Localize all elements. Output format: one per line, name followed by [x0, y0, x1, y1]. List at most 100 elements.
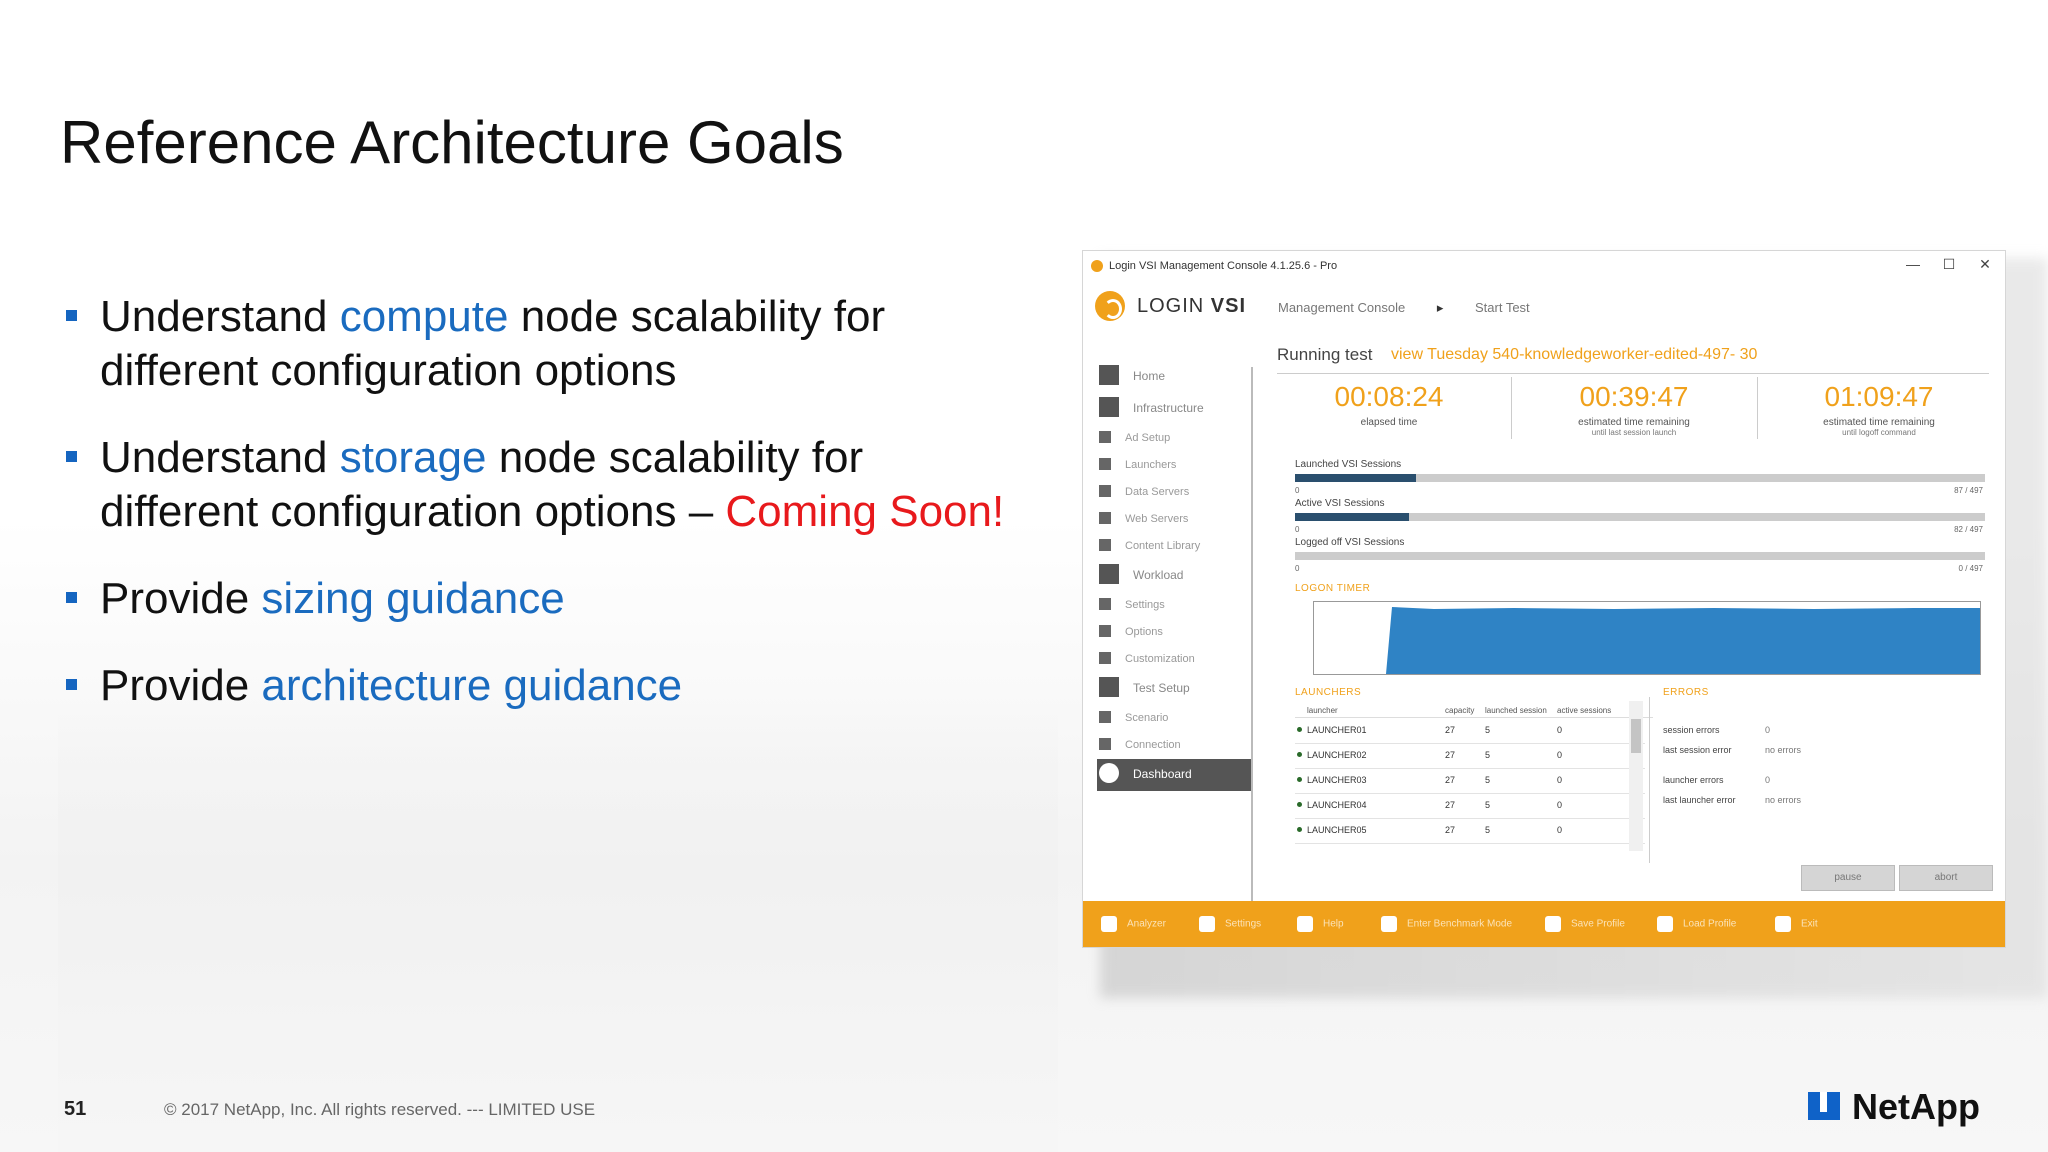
divider	[1757, 377, 1758, 439]
footer-label: Enter Benchmark Mode	[1407, 918, 1513, 930]
sidebar-item-infrastructure[interactable]: Infrastructure	[1097, 393, 1252, 425]
sidebar-item-customization[interactable]: Customization	[1097, 646, 1252, 673]
breadcrumb-item[interactable]: Start Test	[1475, 300, 1530, 315]
table-row[interactable]: LAUNCHER04 27 5 0	[1295, 794, 1645, 819]
sidebar-item-label: Test Setup	[1133, 681, 1190, 695]
sidebar-item-content-library[interactable]: Content Library	[1097, 533, 1252, 560]
sidebar-item-web-servers[interactable]: Web Servers	[1097, 506, 1252, 533]
column-header[interactable]: launched session	[1485, 706, 1547, 715]
maximize-icon[interactable]: ☐	[1939, 256, 1959, 273]
window-titlebar: Login VSI Management Console 4.1.25.6 - …	[1083, 251, 2005, 281]
bullet-text: node scalability for	[486, 433, 864, 482]
progress-count: 0 / 497	[1958, 564, 1983, 573]
login-vsi-console-window: Login VSI Management Console 4.1.25.6 - …	[1082, 250, 2006, 948]
status-dot-icon	[1297, 827, 1302, 832]
sidebar-item-home[interactable]: Home	[1097, 361, 1252, 393]
launched-cell: 5	[1485, 800, 1491, 810]
launched-cell: 5	[1485, 725, 1491, 735]
bullet-highlight: sizing guidance	[261, 574, 565, 623]
error-row: last session error no errors	[1663, 745, 1801, 755]
bullet-text: Provide	[100, 661, 262, 710]
coming-soon-text: Coming Soon!	[725, 487, 1005, 536]
sidebar-item-ad-setup[interactable]: Ad Setup	[1097, 425, 1252, 452]
launcher-name: LAUNCHER04	[1307, 800, 1367, 810]
minimize-icon[interactable]: —	[1903, 256, 1923, 272]
logon-timer-graph	[1313, 601, 1981, 675]
pause-button[interactable]: pause	[1801, 865, 1895, 891]
table-row[interactable]: LAUNCHER02 27 5 0	[1295, 744, 1645, 769]
sidebar-item-test-setup[interactable]: Test Setup	[1097, 673, 1252, 705]
sidebar-item-data-servers[interactable]: Data Servers	[1097, 479, 1252, 506]
brand-part1: LOGIN	[1137, 295, 1211, 317]
launcher-scrollbar[interactable]	[1629, 701, 1643, 851]
footer-label: Analyzer	[1127, 918, 1166, 930]
scrollbar-thumb[interactable]	[1631, 719, 1641, 753]
app-icon	[1091, 260, 1103, 272]
launched-cell: 5	[1485, 750, 1491, 760]
sidebar-item-connection[interactable]: Connection	[1097, 732, 1252, 759]
window-title: Login VSI Management Console 4.1.25.6 - …	[1109, 260, 1338, 272]
bullet-highlight: architecture guidance	[261, 661, 683, 710]
footer-save-profile[interactable]: Save Profile	[1545, 916, 1625, 932]
column-header[interactable]: launcher	[1307, 706, 1338, 715]
footer-benchmark[interactable]: Enter Benchmark Mode	[1381, 916, 1512, 932]
progress-count: 82 / 497	[1954, 525, 1983, 534]
sidebar-item-label: Infrastructure	[1133, 401, 1204, 415]
table-row[interactable]: LAUNCHER05 27 5 0	[1295, 819, 1645, 844]
server-icon	[1099, 485, 1111, 497]
sidebar-item-scenario[interactable]: Scenario	[1097, 705, 1252, 732]
remaining-launch-timer: 00:39:47 estimated time remaining until …	[1514, 381, 1754, 437]
sidebar-item-options[interactable]: Options	[1097, 619, 1252, 646]
table-row[interactable]: LAUNCHER03 27 5 0	[1295, 769, 1645, 794]
launcher-name: LAUNCHER02	[1307, 750, 1367, 760]
sidebar-item-workload[interactable]: Workload	[1097, 560, 1252, 592]
sidebar-item-settings[interactable]: Settings	[1097, 592, 1252, 619]
capacity-cell: 27	[1445, 775, 1456, 785]
footer-label: Load Profile	[1683, 918, 1737, 930]
progress-fill	[1295, 474, 1416, 482]
sidebar-item-launchers[interactable]: Launchers	[1097, 452, 1252, 479]
table-row[interactable]: LAUNCHER01 27 5 0	[1295, 719, 1645, 744]
error-value: no errors	[1765, 795, 1802, 805]
progress-bar: 0 82 / 497	[1295, 513, 1985, 534]
sidebar-item-label: Workload	[1133, 568, 1184, 582]
progress-min: 0	[1295, 525, 1300, 534]
sidebar-item-label: Customization	[1125, 653, 1195, 665]
error-label: launcher errors	[1663, 775, 1724, 785]
logon-area	[1314, 607, 1980, 674]
sidebar-item-dashboard[interactable]: Dashboard	[1097, 759, 1252, 791]
sidebar-item-label: Settings	[1125, 599, 1165, 611]
chart-icon	[1101, 916, 1117, 932]
status-dot-icon	[1297, 727, 1302, 732]
error-label: last session error	[1663, 745, 1732, 755]
status-dot-icon	[1297, 777, 1302, 782]
abort-button[interactable]: abort	[1899, 865, 1993, 891]
running-test-name[interactable]: view Tuesday 540-knowledgeworker-edited-…	[1391, 346, 1757, 364]
footer-label: Exit	[1801, 918, 1818, 930]
timer-sublabel: until last session launch	[1591, 428, 1677, 437]
footer-settings[interactable]: Settings	[1199, 916, 1261, 932]
close-icon[interactable]: ✕	[1975, 256, 1995, 273]
bullet-highlight: compute	[339, 292, 509, 341]
settings-icon	[1099, 598, 1111, 610]
progress-min: 0	[1295, 564, 1300, 573]
save-icon	[1545, 916, 1561, 932]
status-dot-icon	[1297, 802, 1302, 807]
slide-shade	[58, 700, 1058, 1152]
bullet-text: different configuration options –	[100, 487, 726, 536]
footer-exit[interactable]: Exit	[1775, 916, 1818, 932]
capacity-cell: 27	[1445, 750, 1456, 760]
footer-help[interactable]: Help	[1297, 916, 1344, 932]
footer-analyzer[interactable]: Analyzer	[1101, 916, 1166, 932]
footer-load-profile[interactable]: Load Profile	[1657, 916, 1736, 932]
sidebar-item-label: Home	[1133, 369, 1166, 383]
bullet-marker	[66, 310, 77, 321]
error-value: 0	[1765, 775, 1771, 785]
column-header[interactable]: active sessions	[1557, 706, 1611, 715]
column-header[interactable]: capacity	[1445, 706, 1474, 715]
breadcrumb-item[interactable]: Management Console	[1278, 300, 1405, 315]
session-label: Logged off VSI Sessions	[1295, 537, 1405, 548]
bullet-marker	[66, 679, 77, 690]
footer-label: Settings	[1225, 918, 1262, 930]
launched-cell: 5	[1485, 825, 1491, 835]
